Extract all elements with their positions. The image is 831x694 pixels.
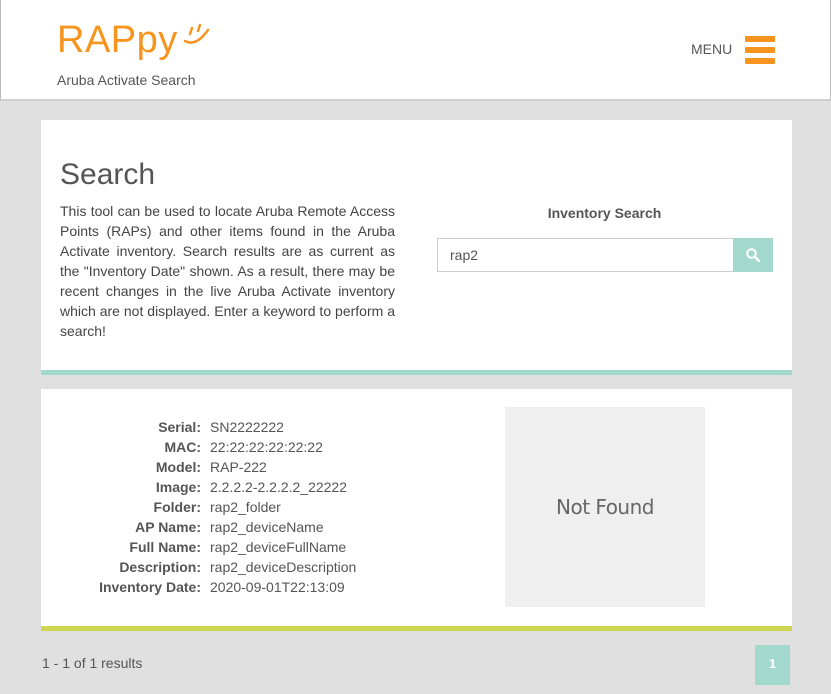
result-field-row: Description: rap2_deviceDescription [41,557,461,577]
field-value: rap2_folder [210,499,281,515]
result-card: Serial: SN2222222 MAC: 22:22:22:22:22:22 Mod… [41,389,792,631]
result-field-row: MAC: 22:22:22:22:22:22 [41,437,461,457]
field-label: Folder: [153,499,201,515]
inventory-search-label: Inventory Search [547,205,662,221]
field-value: RAP-222 [210,459,267,475]
device-image: Not Found [505,407,705,607]
search-input[interactable] [437,238,733,272]
result-field-row: Folder: rap2_folder [41,497,461,517]
results-count: 1 - 1 of 1 results [42,655,143,671]
page-title: Search [60,158,156,191]
search-icon [746,248,760,262]
result-field-row: AP Name: rap2_deviceName [41,517,461,537]
menu-label[interactable]: MENU [691,41,732,57]
field-label: Model: [155,459,201,475]
field-label: Full Name: [129,539,201,555]
field-label: MAC: [164,439,201,455]
field-value: rap2_deviceFullName [210,539,347,555]
result-fields: Serial: SN2222222 MAC: 22:22:22:22:22:22 Mod… [41,417,461,597]
search-form [437,238,773,272]
search-description: This tool can be used to locate Aruba Re… [60,203,395,339]
field-label: AP Name: [135,519,201,535]
field-value: rap2_deviceDescription [210,559,357,575]
field-value: 2.2.2.2-2.2.2.2_22222 [210,479,348,495]
smile-icon [182,18,212,62]
field-value: SN2222222 [210,419,284,435]
field-label: Description: [119,559,201,575]
app-subtitle: Aruba Activate Search [57,72,196,88]
hamburger-menu-icon[interactable] [745,36,775,65]
field-value: 2020-09-01T22:13:09 [210,579,345,595]
result-field-row: Model: RAP-222 [41,457,461,477]
logo[interactable]: RAPpy [57,18,212,62]
result-field-row: Full Name: rap2_deviceFullName [41,537,461,557]
logo-text: RAPpy [57,19,178,61]
field-value: rap2_deviceName [210,519,324,535]
app-header: RAPpy Aruba Activate Search MENU [0,0,831,101]
field-label: Serial: [158,419,201,435]
field-label: Image: [155,479,201,495]
page-1-button[interactable]: 1 [755,645,790,685]
field-label: Inventory Date: [99,579,201,595]
result-field-row: Inventory Date: 2020-09-01T22:13:09 [41,577,461,597]
search-button[interactable] [733,238,773,272]
image-not-found-text: Not Found [556,495,654,519]
search-card: Search This tool can be used to locate A… [41,120,792,375]
result-field-row: Image: 2.2.2.2-2.2.2.2_22222 [41,477,461,497]
field-value: 22:22:22:22:22:22 [210,439,323,455]
result-field-row: Serial: SN2222222 [41,417,461,437]
